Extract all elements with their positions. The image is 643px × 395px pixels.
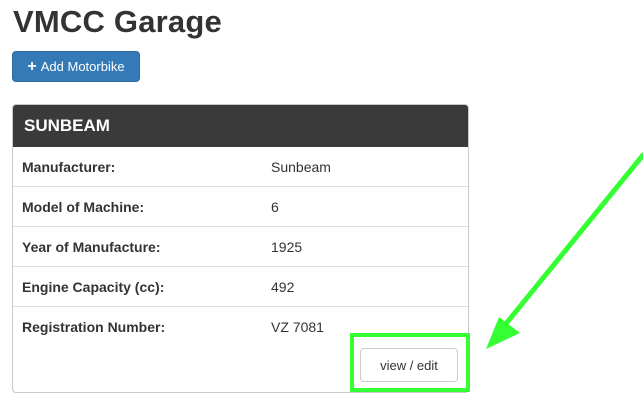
arrow-icon xyxy=(486,152,643,349)
arrow-shaft xyxy=(497,152,643,334)
arrow-head xyxy=(486,317,520,349)
